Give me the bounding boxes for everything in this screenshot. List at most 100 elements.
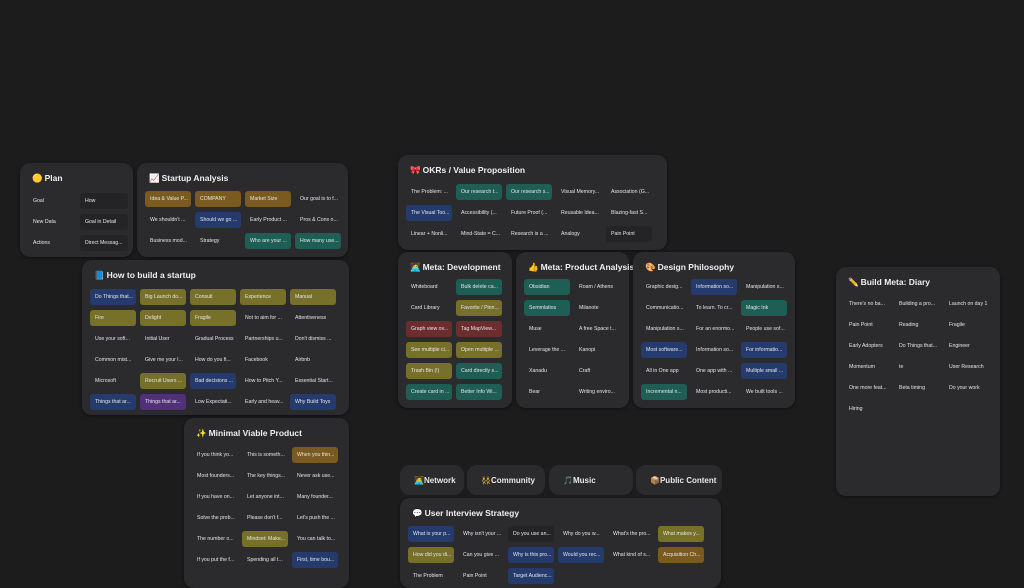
card[interactable]: When you thin... [292,447,338,463]
card[interactable]: Open multiple ... [456,342,502,358]
board-how-to-build-a-startup[interactable]: 📘 How to build a startup Do Things that..… [82,260,349,415]
card[interactable]: Bad decisions ... [190,373,236,389]
card[interactable]: Semmlatios [524,300,570,316]
card[interactable]: The Problem: ... [406,184,452,200]
card[interactable]: Let anyone int... [242,489,288,505]
card[interactable]: Many founder... [292,489,338,505]
card[interactable]: Airbnb [290,352,336,368]
card[interactable]: Multiple small ... [741,363,787,379]
card[interactable]: Would you rec... [558,547,604,563]
board-design-philosophy[interactable]: 🎨 Design Philosophy Graphic desig... Infor… [633,252,795,408]
card[interactable]: What's the pro... [608,526,654,542]
card[interactable]: Better Info Wi... [456,384,502,400]
card[interactable]: Pain Point [458,568,504,584]
card[interactable]: Experience [240,289,286,305]
card[interactable]: Fragile [190,310,236,326]
card[interactable]: We built tools ... [741,384,787,400]
card[interactable]: Partnerships u... [240,331,286,347]
card[interactable]: Not to aim for ... [240,310,286,326]
card[interactable]: How many use... [295,233,341,249]
card[interactable]: What makes y... [658,526,704,542]
card[interactable]: Should we go ... [195,212,241,228]
card[interactable]: Facebook [240,352,286,368]
card[interactable]: Mind-State = C... [456,226,502,242]
card[interactable]: How did you di... [408,547,454,563]
card[interactable]: Research is a ... [506,226,552,242]
card[interactable]: Solve the prob... [192,510,238,526]
card[interactable]: Manipulation s... [741,279,787,295]
card[interactable]: See multiple ci... [406,342,452,358]
card[interactable]: Milanote [574,300,620,316]
card[interactable]: Early Product ... [245,212,291,228]
card[interactable]: Linear + Nonli... [406,226,452,242]
card[interactable]: Pain Point [606,226,652,242]
card[interactable]: Why do you w... [558,526,604,542]
card[interactable]: Incremental n... [641,384,687,400]
card[interactable]: Consult [190,289,236,305]
card[interactable]: User Research [944,359,990,375]
card[interactable]: Future Proof (... [506,205,552,221]
card[interactable]: Blazing-fast S... [606,205,652,221]
card[interactable]: Market Size [245,191,291,207]
board-minimal-viable-product[interactable]: ✨ Minimal Viable Product If you think yo.… [184,418,349,588]
card[interactable]: Never ask use... [292,468,338,484]
card[interactable]: Kanopi [574,342,620,358]
card[interactable]: Tag MapView... [456,321,502,337]
card[interactable]: Create card in ... [406,384,452,400]
card[interactable]: Most producti... [691,384,737,400]
tab-public-content[interactable]: 📦 Public Content [636,465,722,495]
card[interactable]: Bulk delete ca... [456,279,502,295]
card[interactable]: Why is this pro... [508,547,554,563]
card[interactable]: Common mist... [90,352,136,368]
card[interactable]: Why Build Toys [290,394,336,410]
card[interactable]: Direct Messag... [80,235,128,251]
card[interactable]: Beta timing [894,380,940,396]
card[interactable]: Acquisition Ch... [658,547,704,563]
card[interactable]: Manual [290,289,336,305]
card[interactable]: Attentiveness [290,310,336,326]
card[interactable]: New Data [28,214,76,230]
card[interactable]: Goal [28,193,76,209]
card[interactable]: Communicatio... [641,300,687,316]
board-startup-analysis[interactable]: 📈 Startup Analysis Idea & Value P... COMPA… [137,163,348,257]
card[interactable]: Most software... [641,342,687,358]
card[interactable]: Pros & Cons o... [295,212,341,228]
card[interactable]: Magic Ink [741,300,787,316]
card[interactable]: There's no ba... [844,296,890,312]
card[interactable]: Use your soft... [90,331,136,347]
card[interactable]: Muse [524,321,570,337]
tab-network[interactable]: 🧑‍💻 Network [400,465,464,495]
card[interactable]: Leverage the ... [524,342,570,358]
card[interactable]: Who are your ... [245,233,291,249]
card[interactable]: Fragile [944,317,990,333]
board-user-interview-strategy[interactable]: 💬 User Interview Strategy What is your p.… [400,498,721,588]
card[interactable]: Do Things that... [90,289,136,305]
card[interactable]: How to Pitch Y... [240,373,286,389]
card[interactable]: Graph view ov... [406,321,452,337]
card[interactable]: How do you fi... [190,352,236,368]
card[interactable]: This is someth... [242,447,288,463]
card[interactable]: Building a pro... [894,296,940,312]
card[interactable]: Card Library [406,300,452,316]
card[interactable]: One app with ... [691,363,737,379]
card[interactable]: Bear [524,384,570,400]
card[interactable]: Most founders... [192,468,238,484]
card[interactable]: Reading [894,317,940,333]
card[interactable]: What is your p... [408,526,454,542]
card[interactable]: Actions [28,235,76,251]
card[interactable]: The Problem [408,568,454,584]
card[interactable]: Idea & Value P... [145,191,191,207]
card[interactable]: One more feat... [844,380,890,396]
card[interactable]: Essential Start... [290,373,336,389]
card[interactable]: Business mod... [145,233,191,249]
card[interactable]: Low Expectati... [190,394,236,410]
card[interactable]: How [80,193,128,209]
card[interactable]: Pain Point [844,317,890,333]
card[interactable]: Big Launch do... [140,289,186,305]
card[interactable]: The number o... [192,531,238,547]
card[interactable]: If you put the f... [192,552,238,568]
card[interactable]: Fire [90,310,136,326]
card[interactable]: Strategy [195,233,241,249]
card[interactable]: If you have on... [192,489,238,505]
board-plan[interactable]: 🟡 Plan Goal How New Data Goal in Detail Actio… [20,163,133,257]
